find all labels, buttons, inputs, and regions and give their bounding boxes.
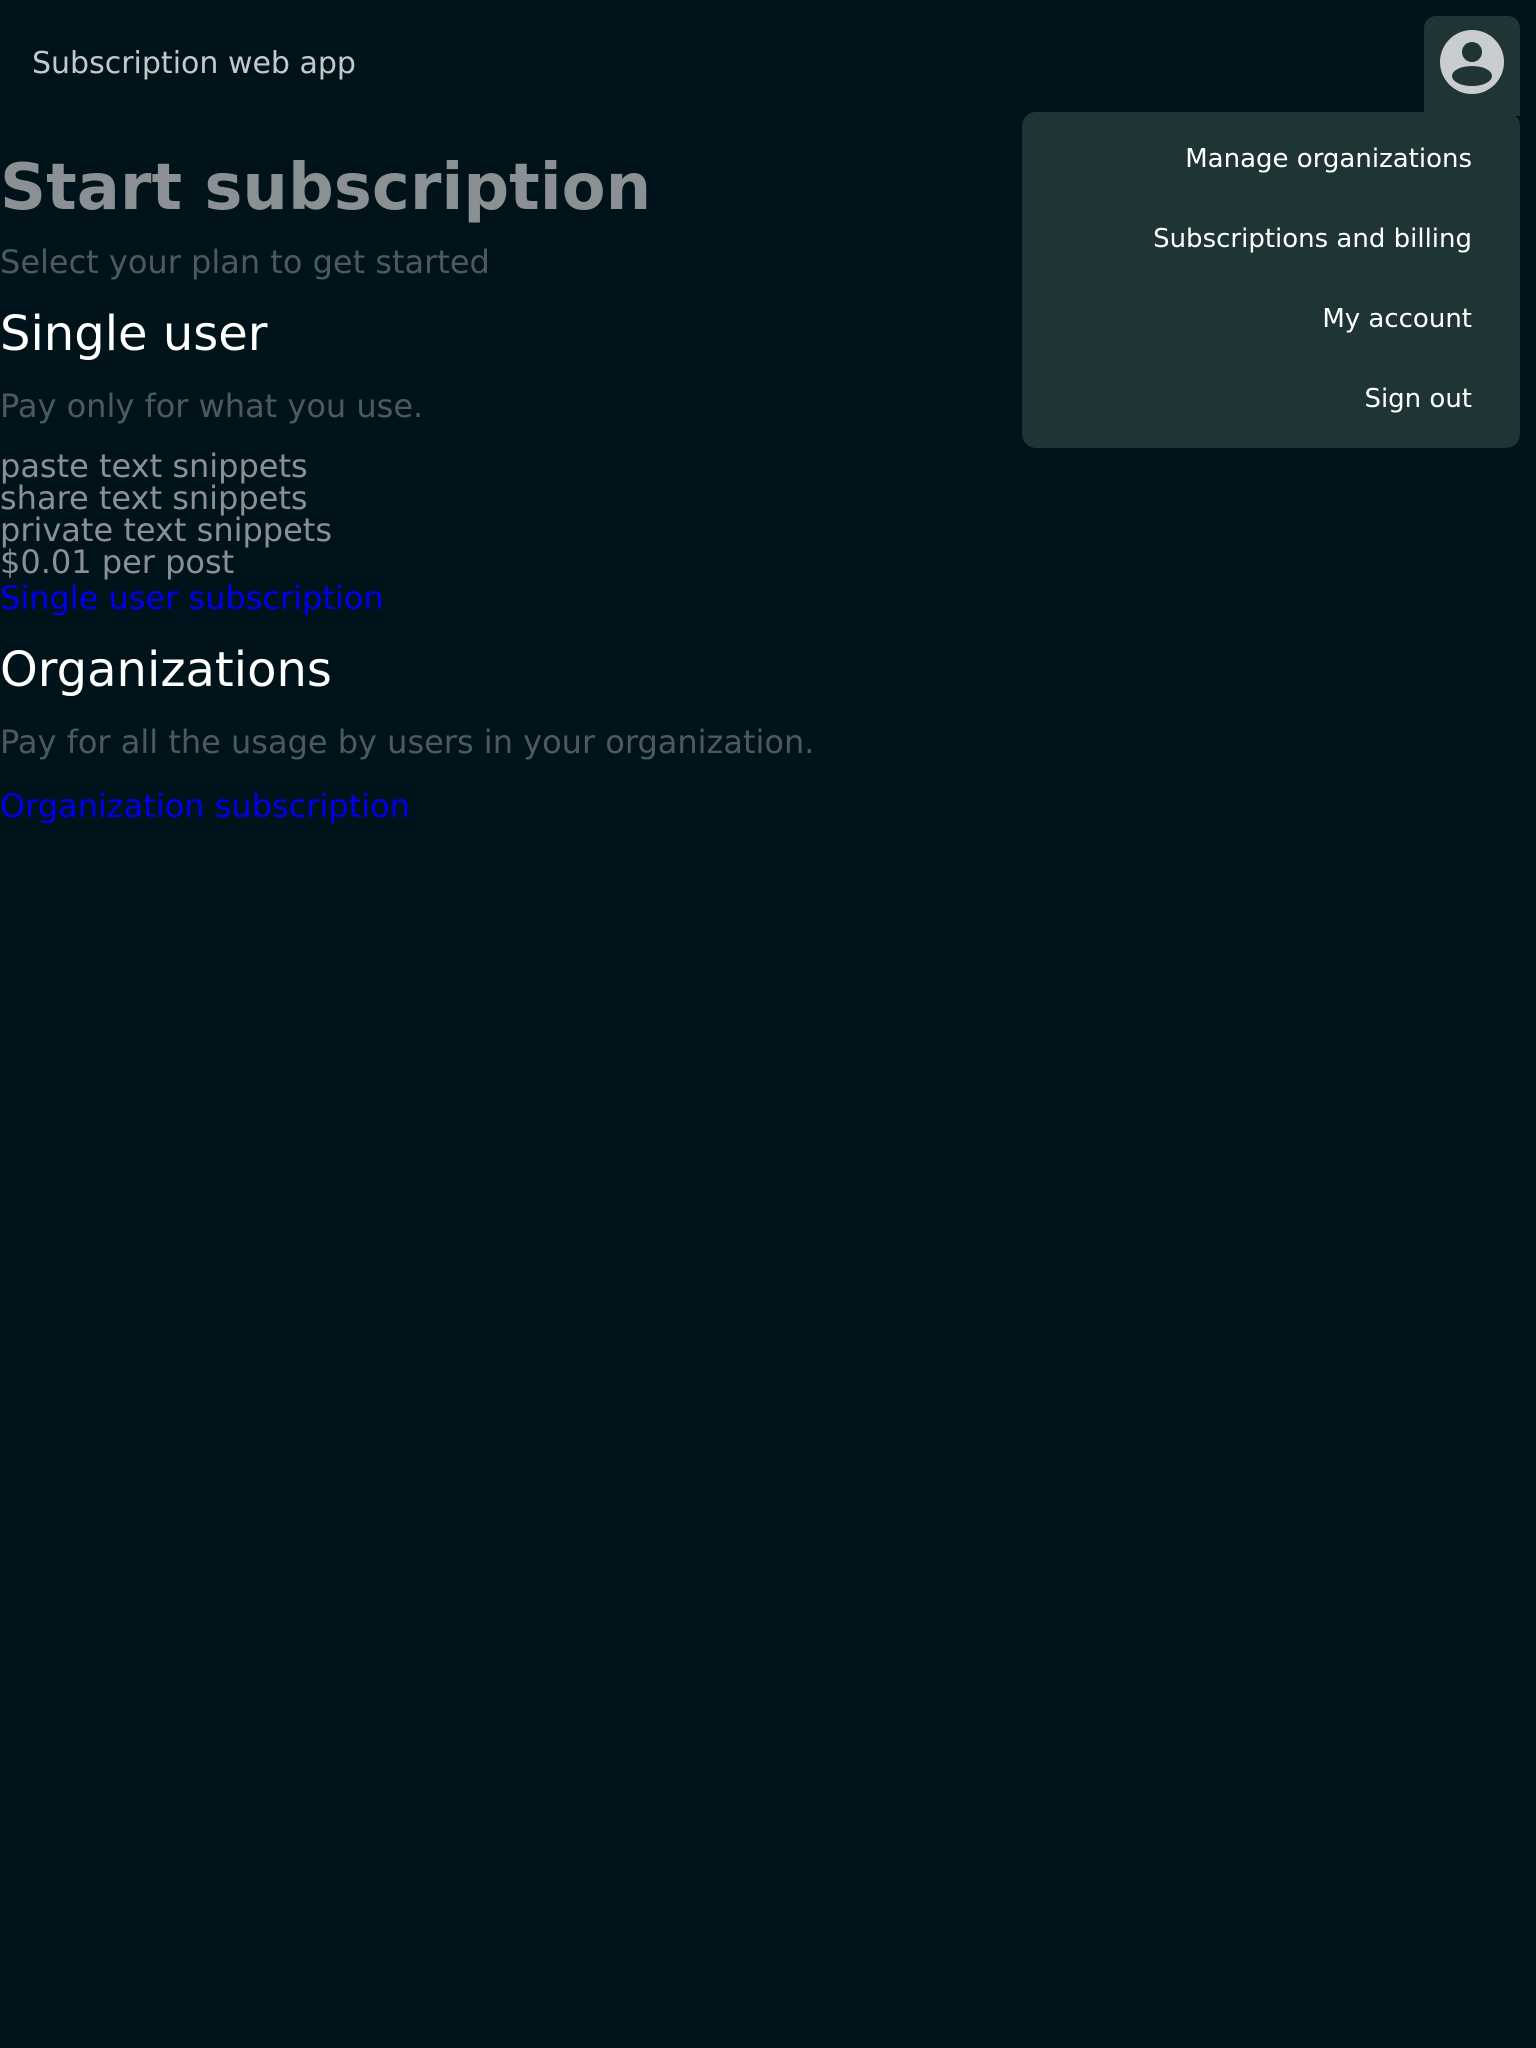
menu-item-my-account[interactable]: My account	[1322, 302, 1472, 336]
single-user-subscription-link[interactable]: Single user subscription	[0, 578, 384, 618]
app-title[interactable]: Subscription web app	[32, 44, 356, 84]
feature-item: share text snippets	[0, 479, 308, 517]
plan-description-single-user: Pay only for what you use.	[0, 387, 424, 425]
plan-heading-single-user: Single user	[0, 306, 268, 362]
page-title: Start subscription	[0, 151, 652, 225]
menu-item-sign-out[interactable]: Sign out	[1364, 382, 1472, 416]
plan-feature-list: paste text snippets share text snippets …	[0, 450, 332, 578]
menu-item-manage-organizations[interactable]: Manage organizations	[1185, 142, 1472, 176]
feature-item: private text snippets	[0, 511, 333, 549]
plan-description-organizations: Pay for all the usage by users in your o…	[0, 723, 815, 761]
account-circle-icon	[1440, 30, 1504, 94]
menu-item-subscriptions-and-billing[interactable]: Subscriptions and billing	[1153, 222, 1472, 256]
page-subtitle: Select your plan to get started	[0, 243, 490, 281]
feature-item: paste text snippets	[0, 447, 308, 485]
feature-item-price: $0.01 per post	[0, 543, 235, 581]
plan-heading-organizations: Organizations	[0, 642, 332, 698]
user-avatar-button[interactable]	[1440, 30, 1504, 94]
user-menu-tab	[1424, 16, 1520, 116]
user-dropdown-menu: Manage organizations Subscriptions and b…	[1022, 112, 1520, 448]
organization-subscription-link[interactable]: Organization subscription	[0, 786, 410, 826]
